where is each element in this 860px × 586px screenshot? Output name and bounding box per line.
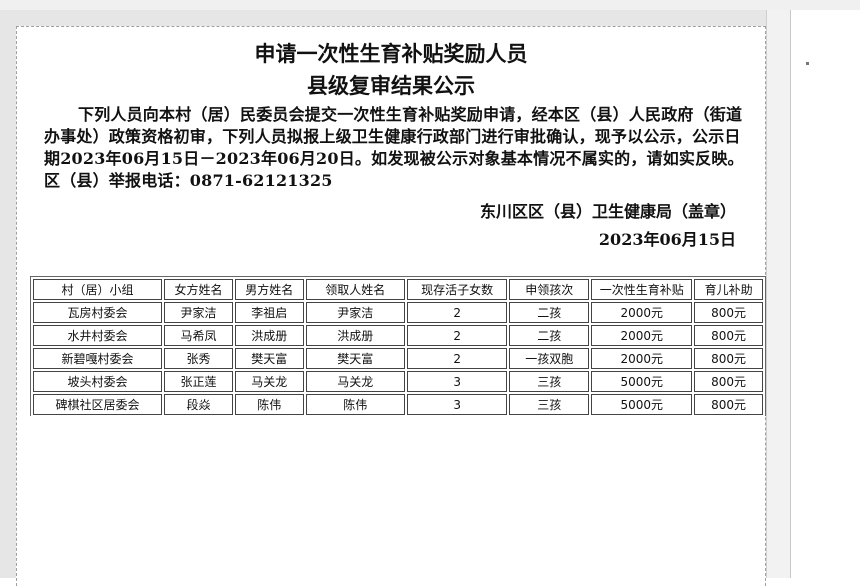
table-cell: 尹家洁 [164,302,233,323]
table-cell: 800元 [694,371,763,392]
table-cell: 5000元 [591,371,693,392]
table-row: 水井村委会 马希凤 洪成册 洪成册 2 二孩 2000元 800元 [33,325,763,346]
table-container: 村（居）小组 女方姓名 男方姓名 领取人姓名 现存活子女数 申领孩次 一次性生育… [30,276,766,416]
table-row: 新碧嘎村委会 张秀 樊天富 樊天富 2 一孩双胞 2000元 800元 [33,348,763,369]
table-cell: 马希凤 [164,325,233,346]
table-cell: 樊天富 [234,348,304,369]
page-gutter [766,10,790,578]
table-cell: 张秀 [164,348,233,369]
table-cell: 3 [407,371,508,392]
table-cell: 樊天富 [305,348,406,369]
table-cell: 3 [407,394,508,415]
table-cell: 张正莲 [164,371,233,392]
table-row: 坡头村委会 张正莲 马关龙 马关龙 3 三孩 5000元 800元 [33,371,763,392]
col-header-recipient-name: 领取人姓名 [305,279,406,300]
col-header-birth-subsidy: 一次性生育补贴 [591,279,693,300]
table-cell: 800元 [694,325,763,346]
table-cell: 坡头村委会 [33,371,163,392]
table-cell: 洪成册 [234,325,304,346]
table-cell: 碑棋社区居委会 [33,394,163,415]
table-cell: 800元 [694,348,763,369]
issuer-line: 东川区区（县）卫生健康局（盖章） [479,202,736,221]
table-cell: 新碧嘎村委会 [33,348,163,369]
col-header-child-order: 申领孩次 [509,279,590,300]
table-cell: 三孩 [509,394,590,415]
col-header-wife-name: 女方姓名 [164,279,233,300]
table-cell: 马关龙 [234,371,304,392]
table-cell: 陈伟 [234,394,304,415]
table-cell: 5000元 [591,394,693,415]
col-header-childcare-subsidy: 育儿补助 [694,279,763,300]
side-panel [790,10,860,578]
table-cell: 段焱 [164,394,233,415]
table-cell: 二孩 [509,325,590,346]
notice-paragraph: 下列人员向本村（居）民委员会提交一次性生育补贴奖励申请，经本区（县）人民政府（街… [44,105,744,190]
date-line: 2023年06月15日 [598,230,736,249]
col-header-children-count: 现存活子女数 [407,279,508,300]
page-title: 申请一次性生育补贴奖励人员 [254,41,528,66]
table-row: 瓦房村委会 尹家洁 李祖启 尹家洁 2 二孩 2000元 800元 [33,302,763,323]
table-cell: 2 [407,325,508,346]
table-cell: 2000元 [591,348,693,369]
col-header-husband-name: 男方姓名 [234,279,304,300]
table-cell: 陈伟 [305,394,406,415]
table-row: 碑棋社区居委会 段焱 陈伟 陈伟 3 三孩 5000元 800元 [33,394,763,415]
table-cell: 李祖启 [234,302,304,323]
table-cell: 三孩 [509,371,590,392]
table-cell: 800元 [694,394,763,415]
recipients-table: 村（居）小组 女方姓名 男方姓名 领取人姓名 现存活子女数 申领孩次 一次性生育… [30,276,766,416]
table-cell: 2000元 [591,325,693,346]
document-viewer: 申请一次性生育补贴奖励人员 县级复审结果公示 下列人员向本村（居）民委员会提交一… [0,0,860,586]
table-cell: 马关龙 [305,371,406,392]
table-cell: 800元 [694,302,763,323]
table-cell: 尹家洁 [305,302,406,323]
table-cell: 2000元 [591,302,693,323]
table-cell: 洪成册 [305,325,406,346]
table-cell: 2 [407,302,508,323]
table-cell: 一孩双胞 [509,348,590,369]
table-cell: 二孩 [509,302,590,323]
table-cell: 2 [407,348,508,369]
table-cell: 水井村委会 [33,325,163,346]
col-header-village: 村（居）小组 [33,279,163,300]
marker-icon [806,62,809,65]
page-subtitle: 县级复审结果公示 [307,73,475,98]
table-cell: 瓦房村委会 [33,302,163,323]
table-header-row: 村（居）小组 女方姓名 男方姓名 领取人姓名 现存活子女数 申领孩次 一次性生育… [33,279,763,300]
top-toolbar-strip [0,0,860,10]
